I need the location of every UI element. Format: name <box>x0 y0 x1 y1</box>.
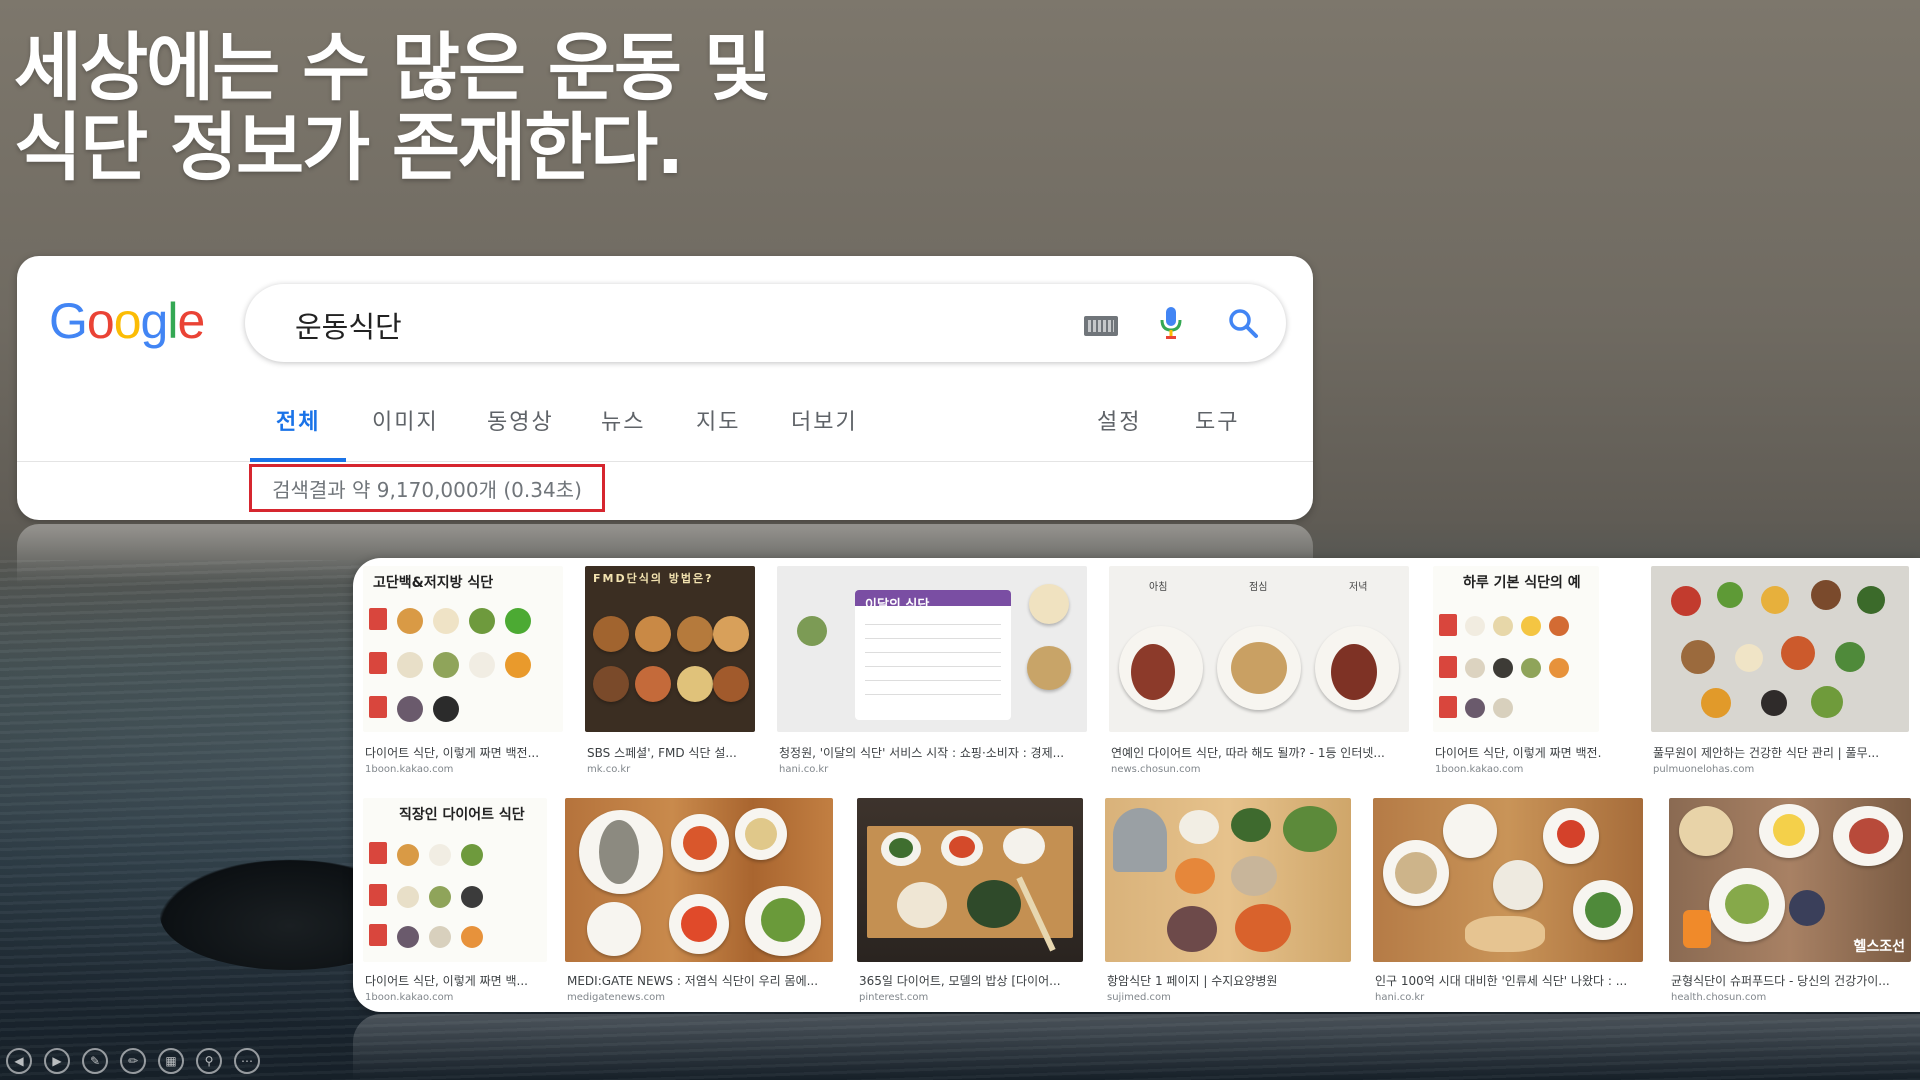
edit-icon[interactable]: ✏ <box>120 1048 146 1074</box>
image-thumbnail[interactable]: FMD단식의 방법은? <box>585 566 755 732</box>
image-result[interactable]: 이달의 식단 청정원, '이달의 식단' 서비스 시작 : 쇼핑·소비자 : 경… <box>777 566 1087 775</box>
image-thumbnail[interactable] <box>857 798 1083 962</box>
image-title[interactable]: 다이어트 식단, 이렇게 짜면 백... <box>365 972 549 989</box>
thumbnail-text: 아침 <box>1149 582 1168 593</box>
image-source: health.chosun.com <box>1671 992 1767 1003</box>
search-query[interactable]: 운동식단 <box>295 304 402 346</box>
image-result[interactable]: 고단백&저지방 식단 다이어트 식단, 이렇게 짜면 백전... 1boon.k… <box>363 566 563 775</box>
image-thumbnail[interactable]: 헬스조선 <box>1669 798 1911 962</box>
pen-icon[interactable]: ✎ <box>82 1048 108 1074</box>
watermark-text: 헬스조선 <box>1853 939 1905 955</box>
image-thumbnail[interactable]: 고단백&저지방 식단 <box>363 566 563 732</box>
image-result[interactable]: 풀무원이 제안하는 건강한 식단 관리 | 풀무... pulmuoneloha… <box>1651 566 1909 775</box>
search-input[interactable]: 운동식단 <box>245 284 1286 362</box>
image-result[interactable]: 하루 기본 식단의 예 다이어트 식단, 이렇게 짜면 백전... 1boon.… <box>1433 566 1601 775</box>
image-result[interactable]: 항암식단 1 페이지 | 수지요양병원 sujimed.com <box>1105 798 1351 1003</box>
image-title[interactable]: SBS 스페셜', FMD 식단 설... <box>587 744 757 761</box>
image-thumbnail[interactable]: 하루 기본 식단의 예 <box>1433 566 1599 732</box>
microphone-icon[interactable] <box>1152 304 1190 342</box>
image-source: hani.co.kr <box>1375 992 1425 1003</box>
image-thumbnail[interactable] <box>565 798 833 962</box>
image-title[interactable]: 인구 100억 시대 대비한 '인류세 식단' 나왔다 : ... <box>1375 972 1645 989</box>
thumbnail-text: 이달의 식단 <box>865 598 930 613</box>
image-title[interactable]: 항암식단 1 페이지 | 수지요양병원 <box>1107 972 1353 989</box>
image-result[interactable]: 직장인 다이어트 식단 다이어트 식단, 이렇게 짜면 백... 1boon.k… <box>363 798 547 1003</box>
search-tabs: 전체 이미지 동영상 뉴스 지도 더보기 설정 도구 <box>17 396 1313 462</box>
logo-letter: g <box>140 293 169 349</box>
result-count: 검색결과 약 9,170,000개 (0.34초) <box>249 464 605 512</box>
image-source: 1boon.kakao.com <box>365 992 454 1003</box>
image-source: pulmuonelohas.com <box>1653 764 1755 775</box>
tab-more[interactable]: 더보기 <box>791 396 858 462</box>
google-logo: Google <box>49 292 205 350</box>
slides-icon[interactable]: ▦ <box>158 1048 184 1074</box>
image-source: mk.co.kr <box>587 764 631 775</box>
image-title[interactable]: 청정원, '이달의 식단' 서비스 시작 : 쇼핑·소비자 : 경제... <box>779 744 1089 761</box>
keyboard-icon[interactable] <box>1084 316 1118 336</box>
image-thumbnail[interactable]: 직장인 다이어트 식단 <box>363 798 547 962</box>
search-icon[interactable] <box>1224 304 1262 342</box>
google-search-panel: Google 운동식단 전체 이미지 동영상 뉴스 지도 더보기 설정 도구 검… <box>17 256 1313 520</box>
image-result[interactable]: FMD단식의 방법은? SBS 스페셜', FMD 식단 설... mk.co.… <box>585 566 755 775</box>
image-source: pinterest.com <box>859 992 929 1003</box>
image-title[interactable]: 다이어트 식단, 이렇게 짜면 백전... <box>365 744 565 761</box>
image-thumbnail[interactable]: 이달의 식단 <box>777 566 1087 732</box>
image-title[interactable]: 연예인 다이어트 식단, 따라 해도 될까? - 1등 인터넷... <box>1111 744 1411 761</box>
image-title[interactable]: 풀무원이 제안하는 건강한 식단 관리 | 풀무... <box>1653 744 1911 761</box>
next-icon[interactable]: ▶ <box>44 1048 70 1074</box>
image-source: news.chosun.com <box>1111 764 1201 775</box>
image-source: sujimed.com <box>1107 992 1171 1003</box>
thumbnail-text: 고단백&저지방 식단 <box>373 575 494 591</box>
image-title[interactable]: MEDI:GATE NEWS : 저염식 식단이 우리 몸에... <box>567 972 835 989</box>
tab-news[interactable]: 뉴스 <box>601 396 645 462</box>
image-title[interactable]: 다이어트 식단, 이렇게 짜면 백전... <box>1435 744 1601 761</box>
tab-videos[interactable]: 동영상 <box>487 396 554 462</box>
tab-tools[interactable]: 도구 <box>1195 396 1239 462</box>
tab-settings[interactable]: 설정 <box>1097 396 1141 462</box>
image-source: medigatenews.com <box>567 992 665 1003</box>
image-result[interactable]: 아침 점심 저녁 연예인 다이어트 식단, 따라 해도 될까? - 1등 인터넷… <box>1109 566 1409 775</box>
zoom-icon[interactable]: ⚲ <box>196 1048 222 1074</box>
slide-headline: 세상에는 수 많은 운동 및 식단 정보가 존재한다. <box>14 25 772 191</box>
logo-letter: l <box>167 293 178 349</box>
image-result[interactable]: 헬스조선 균형식단이 슈퍼푸드다 - 당신의 건강가이... health.ch… <box>1669 798 1911 1003</box>
headline-line-2: 식단 정보가 존재한다. <box>14 105 684 191</box>
tab-images[interactable]: 이미지 <box>372 396 439 462</box>
logo-letter: o <box>86 293 115 349</box>
headline-line-1: 세상에는 수 많은 운동 및 <box>14 25 772 111</box>
logo-letter: e <box>177 293 205 349</box>
tab-maps[interactable]: 지도 <box>696 396 740 462</box>
image-results-panel: 고단백&저지방 식단 다이어트 식단, 이렇게 짜면 백전... 1boon.k… <box>353 558 1920 1012</box>
more-icon[interactable]: ⋯ <box>234 1048 260 1074</box>
image-thumbnail[interactable] <box>1373 798 1643 962</box>
prev-icon[interactable]: ◀ <box>6 1048 32 1074</box>
tab-all[interactable]: 전체 <box>249 396 348 462</box>
image-source: hani.co.kr <box>779 764 829 775</box>
image-result[interactable]: 인구 100억 시대 대비한 '인류세 식단' 나왔다 : ... hani.c… <box>1373 798 1643 1003</box>
image-panel-reflection <box>353 1014 1920 1080</box>
thumbnail-text: FMD단식의 방법은? <box>593 572 714 585</box>
image-title[interactable]: 균형식단이 슈퍼푸드다 - 당신의 건강가이... <box>1671 972 1913 989</box>
image-thumbnail[interactable]: 아침 점심 저녁 <box>1109 566 1409 732</box>
image-title[interactable]: 365일 다이어트, 모델의 밥상 [다이어... <box>859 972 1085 989</box>
slideshow-controls: ◀ ▶ ✎ ✏ ▦ ⚲ ⋯ <box>6 1048 260 1074</box>
thumbnail-text: 점심 <box>1249 582 1268 593</box>
logo-letter: o <box>113 293 142 349</box>
logo-letter: G <box>49 293 88 349</box>
image-thumbnail[interactable] <box>1105 798 1351 962</box>
thumbnail-text: 저녁 <box>1349 582 1368 593</box>
thumbnail-text: 하루 기본 식단의 예 <box>1463 575 1581 591</box>
image-result[interactable]: MEDI:GATE NEWS : 저염식 식단이 우리 몸에... mediga… <box>565 798 833 1003</box>
image-source: 1boon.kakao.com <box>365 764 454 775</box>
image-result[interactable]: 365일 다이어트, 모델의 밥상 [다이어... pinterest.com <box>857 798 1083 1003</box>
image-source: 1boon.kakao.com <box>1435 764 1524 775</box>
thumbnail-text: 직장인 다이어트 식단 <box>399 807 525 823</box>
image-thumbnail[interactable] <box>1651 566 1909 732</box>
